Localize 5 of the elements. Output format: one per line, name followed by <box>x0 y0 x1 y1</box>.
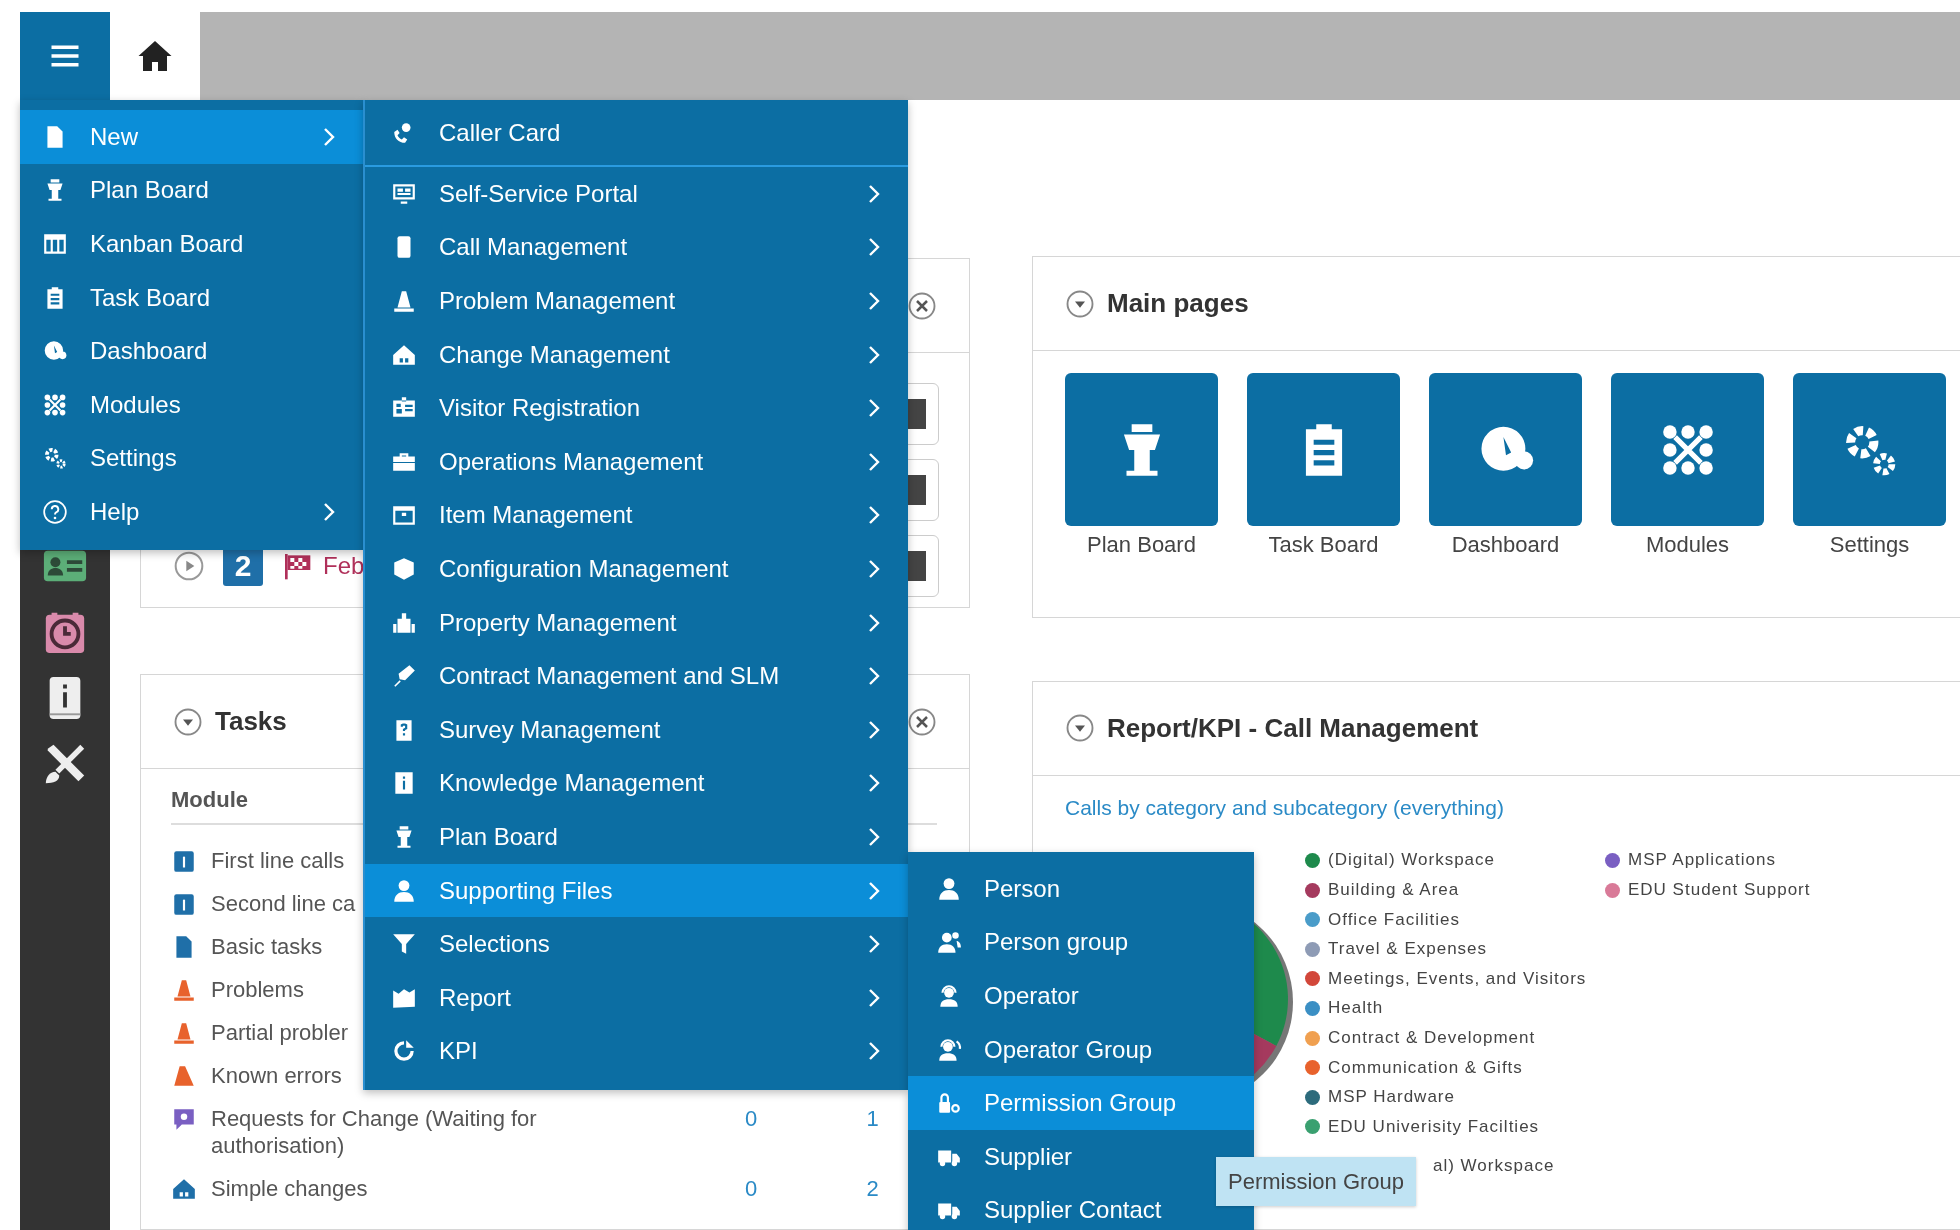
panel-title: Report/KPI - Call Management <box>1107 712 1479 744</box>
panel-title: Tasks <box>215 706 287 738</box>
tooltip: Permission Group <box>1216 1157 1417 1206</box>
panel-title: Main pages <box>1107 288 1249 319</box>
date-text: Feb <box>323 552 365 580</box>
